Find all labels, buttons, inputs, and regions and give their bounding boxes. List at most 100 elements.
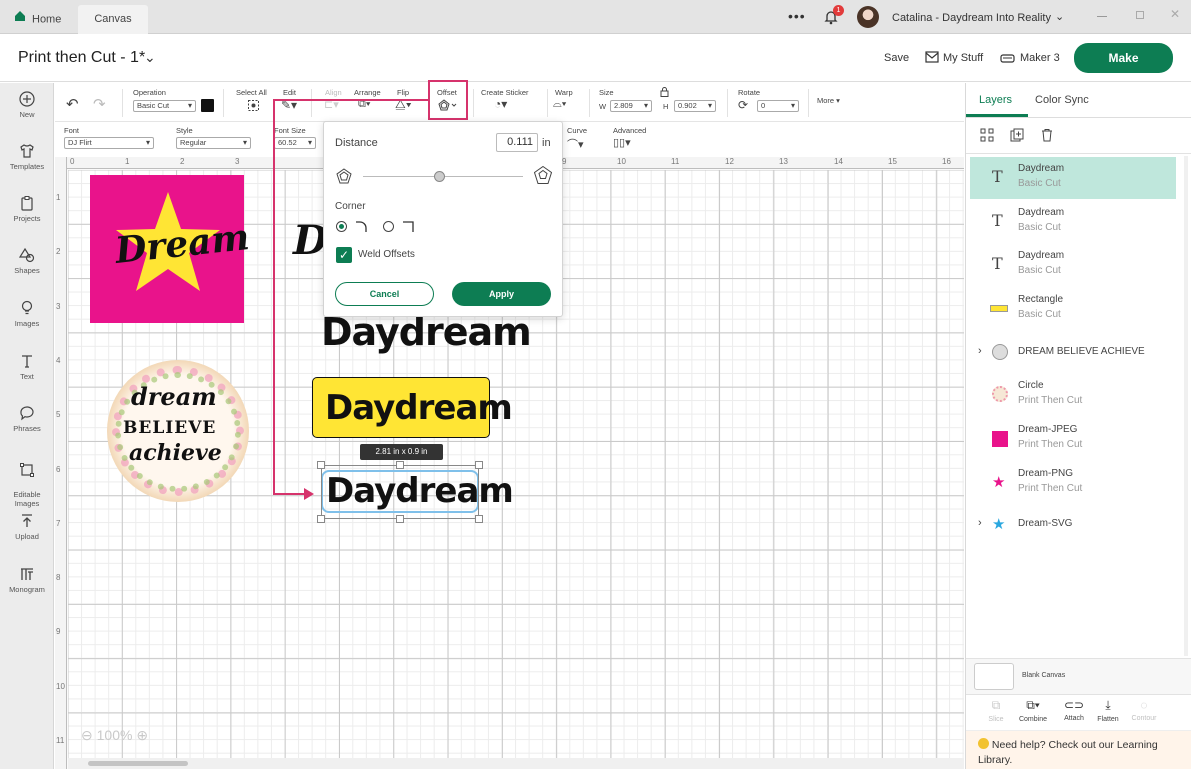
layer-action-flatten[interactable]: ⤓ Flatten xyxy=(1088,698,1128,723)
user-chevron-icon[interactable]: ⌄ xyxy=(1055,10,1064,23)
operation-select[interactable]: Basic Cut xyxy=(133,100,196,112)
rail-templates[interactable]: Templates xyxy=(0,143,54,171)
layer-item[interactable]: Circle Print Then Cut xyxy=(970,374,1176,416)
rail-images[interactable]: Images xyxy=(0,300,54,328)
width-input[interactable]: 2.809 xyxy=(610,100,652,112)
flatten-icon: ⤓ xyxy=(1105,698,1111,712)
contour-label: Contour xyxy=(1131,715,1157,722)
layer-operation: Print Then Cut xyxy=(1018,439,1083,450)
tab-home[interactable]: Home xyxy=(14,5,61,34)
offset-icon[interactable] xyxy=(438,98,458,116)
select-all-icon[interactable] xyxy=(247,99,260,117)
rail-monogram[interactable]: Monogram xyxy=(0,566,54,594)
project-title-chevron-icon[interactable]: ⌄ xyxy=(144,49,156,66)
warp-icon[interactable]: ⌓▾ xyxy=(553,98,566,111)
expand-chevron-icon[interactable]: › xyxy=(978,345,982,357)
close-icon[interactable]: ✕ xyxy=(1170,7,1180,21)
rail-phrases[interactable]: Phrases xyxy=(0,405,54,433)
app-window: Home Canvas ••• 1 Catalina - Daydream In… xyxy=(0,0,1191,769)
tab-layers[interactable]: Layers xyxy=(979,94,1012,106)
undo-icon[interactable]: ↶ xyxy=(66,95,79,113)
blank-canvas-row[interactable]: Blank Canvas xyxy=(966,658,1191,694)
dream-believe-achieve-image[interactable]: dream BELIEVE achieve xyxy=(107,360,249,502)
rail-new[interactable]: New xyxy=(0,91,54,119)
resize-handle[interactable] xyxy=(475,515,483,523)
redo-icon[interactable]: ↷ xyxy=(93,95,106,113)
lock-icon[interactable] xyxy=(660,87,669,99)
trash-icon[interactable] xyxy=(1040,128,1054,147)
duplicate-icon[interactable] xyxy=(1010,128,1024,147)
user-name[interactable]: Catalina - Daydream Into Reality xyxy=(892,12,1051,24)
minimize-icon[interactable] xyxy=(1097,16,1107,17)
notification-badge: 1 xyxy=(833,5,844,16)
flatten-label: Flatten xyxy=(1097,716,1119,723)
advanced-icon[interactable]: ▯▯▾ xyxy=(613,136,631,149)
layer-action-contour[interactable]: ◌ Contour xyxy=(1124,698,1164,722)
layer-item[interactable]: ★ Dream-PNG Print Then Cut xyxy=(970,462,1176,504)
text-layer-icon: T xyxy=(992,254,1003,273)
color-swatch[interactable] xyxy=(201,99,214,112)
layer-item[interactable]: Rectangle Basic Cut xyxy=(970,288,1176,330)
maximize-icon[interactable] xyxy=(1136,11,1144,19)
make-button[interactable]: Make xyxy=(1074,43,1173,73)
scrollbar-thumb[interactable] xyxy=(88,761,188,766)
layer-name: Rectangle xyxy=(1018,294,1064,305)
layer-item[interactable]: › DREAM BELIEVE ACHIEVE xyxy=(970,332,1176,374)
title-bar: Home Canvas ••• 1 Catalina - Daydream In… xyxy=(0,0,1191,34)
resize-handle[interactable] xyxy=(396,515,404,523)
distance-input[interactable]: 0.111 xyxy=(496,133,538,152)
circle-text-dream: dream xyxy=(131,382,217,411)
height-label: H xyxy=(663,102,669,111)
jpeg-thumb-icon xyxy=(992,431,1008,447)
more-dots-icon[interactable]: ••• xyxy=(788,8,806,24)
weld-offsets-checkbox[interactable]: ✓ xyxy=(336,247,352,263)
rail-editable-images[interactable]: Editable Images xyxy=(0,453,54,508)
rail-projects[interactable]: Projects xyxy=(0,195,54,223)
save-button[interactable]: Save xyxy=(884,52,909,64)
resize-handle[interactable] xyxy=(317,515,325,523)
layers-scrollbar[interactable] xyxy=(1184,156,1188,656)
layer-item[interactable]: › ★ Dream-SVG xyxy=(970,504,1176,546)
project-title[interactable]: Print then Cut - 1* xyxy=(18,49,145,67)
tab-canvas[interactable]: Canvas xyxy=(78,5,148,34)
corner-square-radio[interactable] xyxy=(383,221,394,232)
layer-action-slice[interactable]: ⧉ Slice xyxy=(976,698,1016,723)
layer-item[interactable]: T Daydream Basic Cut xyxy=(970,157,1176,199)
help-banner[interactable]: Need help? Check out our Learning Librar… xyxy=(966,730,1191,769)
machine-selector[interactable]: Maker 3 xyxy=(1020,52,1060,64)
style-select[interactable]: Regular xyxy=(176,137,251,149)
rail-shapes[interactable]: Shapes xyxy=(0,247,54,275)
layer-item[interactable]: T Daydream Basic Cut xyxy=(970,201,1176,243)
avatar[interactable] xyxy=(857,6,879,28)
layer-name: Circle xyxy=(1018,380,1044,391)
layer-item[interactable]: Dream-JPEG Print Then Cut xyxy=(970,418,1176,460)
sticker-icon[interactable]: ◔▾ xyxy=(494,97,507,111)
cancel-button[interactable]: Cancel xyxy=(335,282,434,306)
layer-name: Dream-SVG xyxy=(1018,518,1073,529)
ruler-top-number: 3 xyxy=(235,157,240,166)
curve-icon[interactable]: ⌒▾ xyxy=(567,136,584,152)
apply-button[interactable]: Apply xyxy=(452,282,551,306)
group-icon[interactable] xyxy=(980,128,994,147)
font-select[interactable]: DJ Flirt xyxy=(64,137,154,149)
small-pentagon-icon xyxy=(336,168,352,189)
expand-chevron-icon[interactable]: › xyxy=(978,517,982,529)
more-menu[interactable]: More ▾ xyxy=(817,96,840,105)
corner-rounded-radio[interactable] xyxy=(336,221,347,232)
tab-color-sync[interactable]: Color Sync xyxy=(1035,94,1089,106)
zoom-control[interactable]: ⊖ 100% ⊕ xyxy=(81,727,148,744)
distance-slider-knob[interactable] xyxy=(433,171,445,182)
dream-jpeg-image[interactable]: Dream xyxy=(90,175,251,323)
my-stuff-button[interactable]: My Stuff xyxy=(943,52,983,64)
height-input[interactable]: 0.902 xyxy=(674,100,716,112)
rail-upload[interactable]: Upload xyxy=(0,513,54,541)
plus-circle-icon xyxy=(19,91,35,107)
layer-action-combine[interactable]: ⧉▾ Combine xyxy=(1013,698,1053,723)
rotate-input[interactable]: 0 xyxy=(757,100,799,112)
blank-canvas-swatch[interactable] xyxy=(974,663,1014,690)
contour-icon: ◌ xyxy=(1140,698,1148,712)
horizontal-scrollbar[interactable] xyxy=(68,758,964,769)
rail-text[interactable]: Text xyxy=(0,353,54,381)
resize-handle[interactable] xyxy=(475,461,483,469)
layer-item[interactable]: T Daydream Basic Cut xyxy=(970,244,1176,286)
